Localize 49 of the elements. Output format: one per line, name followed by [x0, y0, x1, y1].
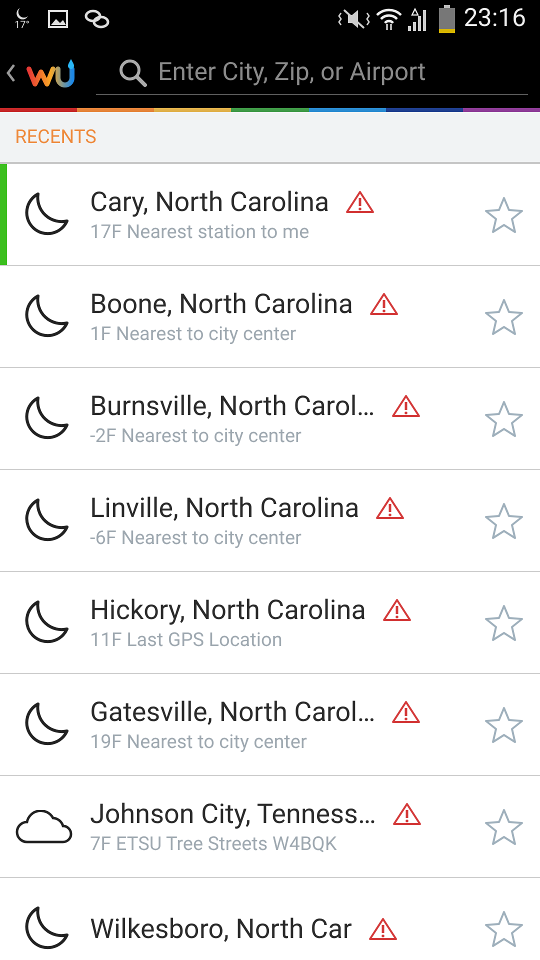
clock-time: 23:16 [464, 3, 526, 36]
search-icon [118, 58, 148, 88]
star-icon [484, 502, 524, 540]
location-detail: -6F Nearest to city center [90, 524, 302, 550]
location-detail: 7F ETSU Tree Streets W4BQK [90, 830, 338, 856]
location-name: Linville, North Carolina [90, 490, 360, 524]
moon-icon [14, 7, 30, 21]
star-icon [484, 808, 524, 846]
star-icon [484, 706, 524, 744]
warning-icon[interactable] [345, 190, 376, 214]
link-icon [84, 8, 110, 30]
battery-icon [438, 5, 456, 33]
section-title: RECENTS [15, 124, 96, 150]
location-name: Wilkesboro, North Car [90, 912, 352, 946]
warning-icon[interactable] [369, 292, 399, 316]
location-row[interactable]: Johnson City, Tenness… 7F ETSU Tree Streets W4BQK [0, 776, 540, 878]
location-name: Johnson City, Tenness… [90, 796, 376, 830]
star-icon [484, 604, 524, 642]
star-icon [484, 910, 524, 948]
location-name: Cary, North Carolina [90, 184, 330, 218]
warning-icon[interactable] [390, 394, 421, 418]
location-detail: 17F Nearest station to me [90, 218, 310, 244]
star-icon [484, 298, 524, 336]
location-row[interactable]: Burnsville, North Carol… -2F Nearest to city center [0, 368, 540, 470]
star-icon [484, 400, 524, 438]
location-row[interactable]: Hickory, North Carolina 11F Last GPS Location [0, 572, 540, 674]
warning-icon[interactable] [375, 496, 406, 520]
warning-icon[interactable] [391, 700, 422, 724]
image-icon [48, 10, 68, 28]
mute-icon [338, 8, 370, 30]
temperature-text: 17° [14, 21, 30, 31]
location-name: Hickory, North Carolina [90, 592, 366, 626]
location-row[interactable]: Gatesville, North Carol… 19F Nearest to city center [0, 674, 540, 776]
location-row[interactable]: Linville, North Carolina -6F Nearest to city center [0, 470, 540, 572]
location-row[interactable]: Wilkesboro, North Car [0, 878, 540, 960]
warning-icon[interactable] [392, 802, 422, 826]
location-name: Burnsville, North Carol… [90, 388, 375, 422]
warning-icon[interactable] [368, 916, 398, 940]
location-name: Gatesville, North Carol… [90, 694, 376, 728]
wifi-icon [376, 7, 402, 31]
location-detail: 19F Nearest to city center [90, 728, 308, 754]
location-detail: 1F Nearest to city center [90, 320, 298, 346]
location-name: Boone, North Carolina [90, 286, 353, 320]
star-icon [484, 196, 524, 234]
location-row[interactable]: Boone, North Carolina 1F Nearest to city center [0, 266, 540, 368]
location-detail: 11F Last GPS Location [90, 626, 284, 652]
location-detail: -2F Nearest to city center [90, 422, 302, 448]
location-row[interactable]: Cary, North Carolina 17F Nearest station to me [0, 164, 540, 266]
warning-icon[interactable] [382, 598, 412, 622]
